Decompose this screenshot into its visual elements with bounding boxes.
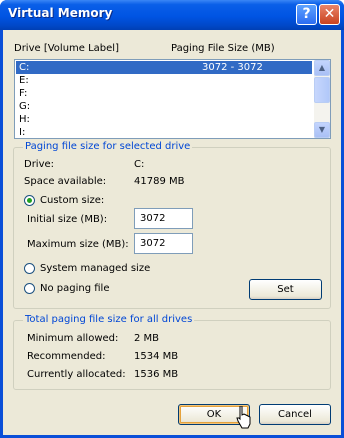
- window-title: Virtual Memory: [8, 6, 113, 20]
- custom-size-radio[interactable]: [24, 195, 35, 206]
- set-button[interactable]: Set: [249, 279, 322, 300]
- drive-letter: I:: [19, 127, 26, 138]
- list-scrollbar[interactable]: ▲ ▼: [314, 60, 330, 138]
- minimum-allowed-value: 2 MB: [134, 333, 160, 344]
- drive-row-e[interactable]: E:: [16, 74, 312, 87]
- drive-row-g[interactable]: G:: [16, 100, 312, 113]
- minimum-allowed-label: Minimum allowed:: [27, 333, 119, 344]
- drive-letter: E:: [19, 75, 29, 86]
- radio-selected-dot: [27, 198, 32, 203]
- initial-size-input[interactable]: 3072: [134, 208, 193, 229]
- space-available-value: 41789 MB: [134, 176, 185, 187]
- drive-row-f[interactable]: F:: [16, 87, 312, 100]
- drive-letter: C:: [19, 62, 30, 73]
- help-button[interactable]: ?: [296, 4, 317, 25]
- drive-letter: G:: [19, 101, 31, 112]
- maximum-size-label: Maximum size (MB):: [27, 239, 129, 250]
- drive-letter: F:: [19, 88, 28, 99]
- close-button[interactable]: ✕: [319, 4, 340, 25]
- drive-row-i[interactable]: I:: [16, 126, 312, 138]
- cancel-button[interactable]: Cancel: [259, 404, 331, 425]
- recommended-value: 1534 MB: [134, 351, 179, 362]
- column-header-size: Paging File Size (MB): [171, 43, 275, 54]
- virtual-memory-dialog: Virtual Memory ? ✕ Drive [Volume Label] …: [0, 0, 344, 438]
- drive-paging-size: 3072 - 3072: [202, 62, 263, 73]
- custom-size-label[interactable]: Custom size:: [40, 195, 104, 206]
- column-header-drive: Drive [Volume Label]: [14, 43, 119, 54]
- scroll-thumb[interactable]: [314, 77, 330, 103]
- drive-list[interactable]: C: 3072 - 3072 E: F: G: H: I: ▲ ▼: [14, 59, 331, 139]
- currently-allocated-label: Currently allocated:: [27, 369, 126, 380]
- no-paging-file-radio[interactable]: [24, 283, 35, 294]
- space-available-label: Space available:: [24, 176, 107, 187]
- title-bar[interactable]: Virtual Memory ? ✕: [0, 0, 344, 30]
- scroll-down-icon[interactable]: ▼: [314, 122, 330, 138]
- drive-value: C:: [134, 159, 145, 170]
- selected-drive-group-title: Paging file size for selected drive: [23, 141, 193, 152]
- total-size-group-title: Total paging file size for all drives: [23, 314, 195, 325]
- dialog-body: Drive [Volume Label] Paging File Size (M…: [3, 30, 341, 435]
- drive-row-c[interactable]: C: 3072 - 3072: [16, 61, 312, 74]
- scroll-up-icon[interactable]: ▲: [314, 60, 330, 76]
- maximum-size-input[interactable]: 3072: [134, 233, 193, 254]
- recommended-label: Recommended:: [27, 351, 106, 362]
- initial-size-label: Initial size (MB):: [27, 214, 108, 225]
- system-managed-label[interactable]: System managed size: [40, 263, 150, 274]
- mouse-pointer-icon: [236, 406, 251, 429]
- drive-letter: H:: [19, 114, 30, 125]
- system-managed-radio[interactable]: [24, 263, 35, 274]
- drive-label: Drive:: [24, 159, 55, 170]
- currently-allocated-value: 1536 MB: [134, 369, 179, 380]
- no-paging-file-label[interactable]: No paging file: [40, 283, 109, 294]
- drive-row-h[interactable]: H:: [16, 113, 312, 126]
